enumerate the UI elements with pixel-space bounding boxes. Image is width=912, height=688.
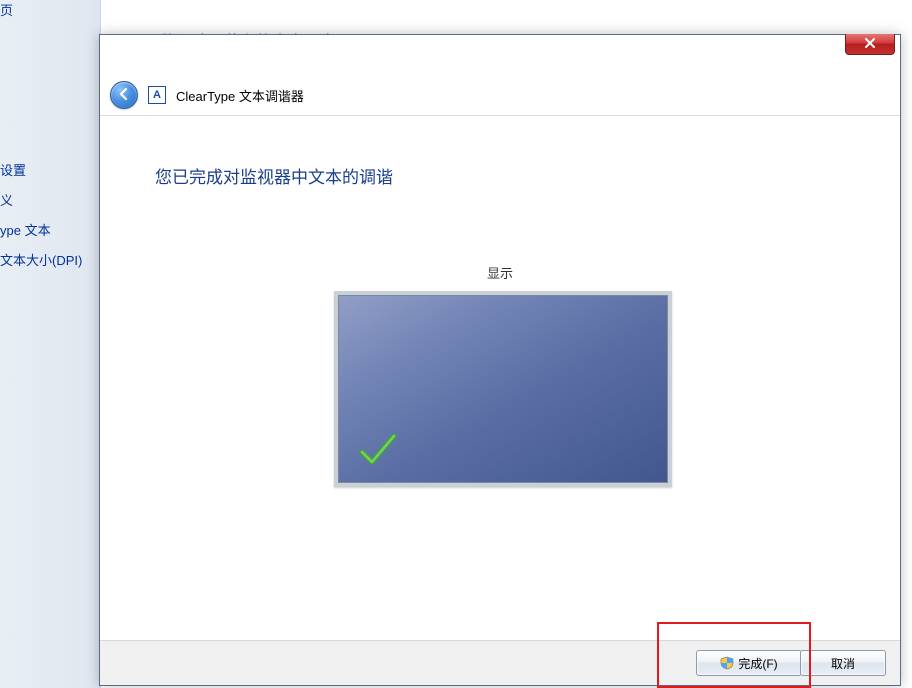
uac-shield-icon: [720, 656, 734, 670]
monitor-preview: [334, 291, 672, 487]
bg-nav-item[interactable]: 页: [0, 0, 13, 19]
bg-nav-item[interactable]: 设置: [0, 160, 26, 179]
cleartype-app-icon: A: [148, 86, 166, 104]
dialog-button-bar: 完成(F) 取消: [100, 640, 900, 685]
cancel-button[interactable]: 取消: [800, 650, 886, 676]
close-button[interactable]: [845, 34, 895, 55]
bg-nav-item[interactable]: 文本大小(DPI): [0, 250, 82, 269]
finish-button[interactable]: 完成(F): [696, 650, 802, 676]
dialog-title: ClearType 文本调谐器: [176, 86, 304, 105]
dialog-header: A ClearType 文本调谐器: [110, 80, 304, 110]
checkmark-icon: [356, 428, 398, 473]
background-left-panel: 页 设置 义 ype 文本 文本大小(DPI): [0, 0, 101, 688]
display-label: 显示: [100, 263, 900, 282]
completion-heading: 您已完成对监视器中文本的调谐: [155, 163, 393, 188]
finish-button-label: 完成(F): [738, 655, 777, 672]
cleartype-dialog: A ClearType 文本调谐器 您已完成对监视器中文本的调谐 显示 完成(F…: [99, 34, 901, 686]
bg-nav-item[interactable]: ype 文本: [0, 220, 51, 239]
cancel-button-label: 取消: [831, 655, 855, 672]
divider: [100, 115, 900, 116]
close-icon: [864, 37, 876, 52]
back-arrow-icon: [117, 87, 131, 104]
back-button[interactable]: [110, 81, 138, 109]
bg-nav-item[interactable]: 义: [0, 190, 13, 209]
